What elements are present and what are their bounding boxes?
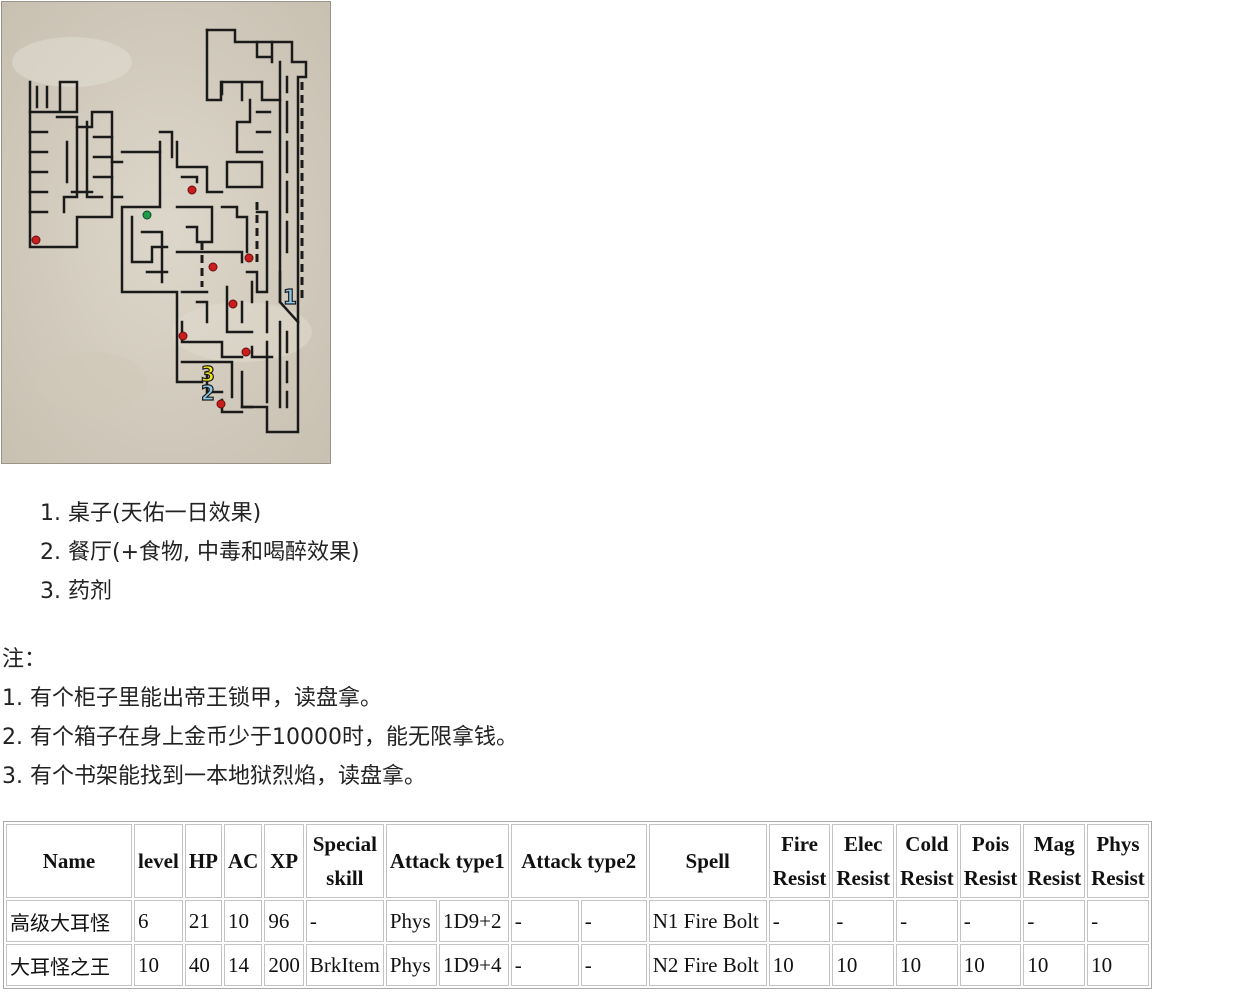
col-elec-line1: Elec — [843, 832, 883, 856]
cell-level: 6 — [134, 900, 183, 942]
cell-xp: 96 — [264, 900, 304, 942]
col-mag-line1: Mag — [1033, 832, 1075, 856]
dungeon-map: 1 2 3 — [1, 1, 331, 464]
col-fire: Fire Resist — [768, 824, 831, 898]
cell-mag: 10 — [1023, 944, 1086, 986]
cell-atk1-dmg: 1D9+2 — [439, 900, 509, 942]
col-cold-line2: Resist — [900, 866, 954, 890]
monster-table: Name level HP AC XP Special skill Attack … — [3, 821, 1152, 989]
cell-spell: N1 Fire Bolt — [648, 900, 767, 942]
col-fire-line1: Fire — [781, 832, 819, 856]
notes-heading: 注： — [2, 647, 47, 672]
map-marker-3: 3 — [201, 362, 215, 386]
cell-xp: 200 — [264, 944, 304, 986]
cell-phys: 10 — [1087, 944, 1149, 986]
legend-item-2: 2. 餐厅(+食物, 中毒和喝醉效果) — [40, 540, 360, 565]
player-marker — [142, 210, 152, 220]
cell-cold: 10 — [896, 944, 958, 986]
note-line-3: 3. 有个书架能找到一本地狱烈焰，读盘拿。 — [2, 764, 426, 789]
col-mag: Mag Resist — [1023, 824, 1086, 898]
col-mag-line2: Resist — [1027, 866, 1082, 890]
cell-fire: - — [768, 900, 831, 942]
col-phys-line1: Phys — [1096, 832, 1140, 856]
cell-elec: - — [832, 900, 895, 942]
col-level: level — [134, 824, 183, 898]
cell-pois: - — [959, 900, 1022, 942]
col-xp: XP — [264, 824, 304, 898]
dungeon-map-drawing: 1 2 3 — [2, 2, 330, 463]
cell-atk1-type: Phys — [385, 900, 437, 942]
col-pois-line2: Resist — [963, 866, 1018, 890]
col-name: Name — [6, 824, 132, 898]
cell-pois: 10 — [959, 944, 1022, 986]
col-spell: Spell — [648, 824, 767, 898]
cell-atk1-type: Phys — [385, 944, 437, 986]
col-pois: Pois Resist — [959, 824, 1022, 898]
cell-atk2-type: - — [510, 900, 579, 942]
cell-ac: 10 — [223, 900, 263, 942]
table-row: 大耳怪之王 10 40 14 200 BrkItem Phys 1D9+4 - … — [6, 944, 1149, 986]
cell-mag: - — [1023, 900, 1086, 942]
cell-atk2-type: - — [510, 944, 579, 986]
col-attack2: Attack type2 — [510, 824, 647, 898]
col-hp: HP — [184, 824, 222, 898]
cell-atk2-dmg: - — [580, 900, 647, 942]
cell-spell: N2 Fire Bolt — [648, 944, 767, 986]
cell-name: 高级大耳怪 — [6, 900, 132, 942]
cell-special: BrkItem — [305, 944, 384, 986]
col-cold: Cold Resist — [896, 824, 958, 898]
cell-elec: 10 — [832, 944, 895, 986]
cell-name: 大耳怪之王 — [6, 944, 132, 986]
col-special-line1: Special — [312, 832, 377, 856]
legend-item-3: 3. 药剂 — [40, 579, 112, 604]
table-header-row: Name level HP AC XP Special skill Attack … — [6, 824, 1149, 898]
col-pois-line1: Pois — [971, 832, 1010, 856]
col-fire-line2: Resist — [772, 866, 827, 890]
cell-ac: 14 — [223, 944, 263, 986]
legend-item-1: 1. 桌子(天佑一日效果) — [40, 501, 262, 526]
cell-special: - — [305, 900, 384, 942]
cell-phys: - — [1087, 900, 1149, 942]
col-elec-line2: Resist — [836, 866, 891, 890]
col-ac: AC — [223, 824, 263, 898]
cell-atk2-dmg: - — [580, 944, 647, 986]
col-phys: Phys Resist — [1087, 824, 1149, 898]
note-line-2: 2. 有个箱子在身上金币少于10000时，能无限拿钱。 — [2, 725, 518, 750]
col-attack1: Attack type1 — [385, 824, 509, 898]
cell-cold: - — [896, 900, 958, 942]
col-phys-line2: Resist — [1091, 866, 1145, 890]
col-special-line2: skill — [326, 866, 364, 890]
cell-fire: 10 — [768, 944, 831, 986]
table-row: 高级大耳怪 6 21 10 96 - Phys 1D9+2 - - N1 Fir… — [6, 900, 1149, 942]
col-cold-line1: Cold — [905, 832, 949, 856]
col-elec: Elec Resist — [832, 824, 895, 898]
cell-atk1-dmg: 1D9+4 — [439, 944, 509, 986]
cell-hp: 21 — [184, 900, 222, 942]
cell-level: 10 — [134, 944, 183, 986]
note-line-1: 1. 有个柜子里能出帝王锁甲，读盘拿。 — [2, 686, 382, 711]
map-legend: 1. 桌子(天佑一日效果) 2. 餐厅(+食物, 中毒和喝醉效果) 3. 药剂 — [40, 494, 360, 611]
cell-hp: 40 — [184, 944, 222, 986]
notes-section: 注： 1. 有个柜子里能出帝王锁甲，读盘拿。 2. 有个箱子在身上金币少于100… — [2, 640, 518, 796]
col-special: Special skill — [305, 824, 384, 898]
map-marker-1: 1 — [283, 285, 297, 309]
